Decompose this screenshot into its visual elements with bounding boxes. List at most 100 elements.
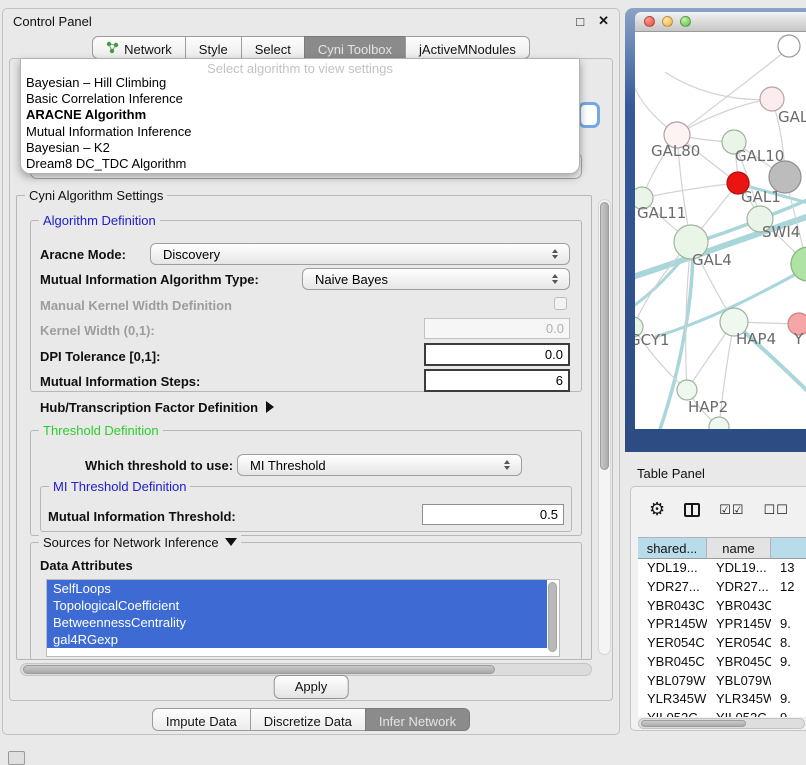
which-threshold-value: MI Threshold <box>238 458 500 473</box>
table-cell: YDL19... <box>638 559 707 578</box>
algorithm-option[interactable]: Basic Correlation Inference <box>21 91 579 107</box>
sources-toggle[interactable]: Sources for Network Inference <box>39 535 241 550</box>
tab-infer-network[interactable]: Infer Network <box>365 708 470 731</box>
table-header-row: shared... name <box>638 537 806 559</box>
table-cell: YIL052C <box>707 709 771 717</box>
select-all-checkboxes-icon[interactable]: ☑☑ <box>719 503 744 518</box>
node-label: GAL1 <box>741 188 781 206</box>
minimize-traffic-light[interactable] <box>662 16 673 27</box>
focused-combo-fragment <box>578 102 600 128</box>
table-row[interactable]: YIL052CYIL052C9 <box>638 709 806 717</box>
tab-impute-data[interactable]: Impute Data <box>152 708 250 731</box>
kernel-width-input[interactable] <box>424 318 570 339</box>
table-row[interactable]: YBR045CYBR045C9. <box>638 653 806 672</box>
control-panel-title: Control Panel <box>13 14 92 29</box>
network-edge <box>677 99 772 135</box>
minimized-panel-icon[interactable] <box>8 751 25 765</box>
mi-threshold-input[interactable] <box>422 504 564 525</box>
mi-threshold-label: Mutual Information Threshold: <box>48 509 236 524</box>
algorithm-option[interactable]: ARACNE Algorithm <box>21 107 579 123</box>
close-icon[interactable]: ✕ <box>598 13 609 29</box>
tab-select[interactable]: Select <box>241 36 304 59</box>
tab-cyni-toolbox[interactable]: Cyni Toolbox <box>304 36 405 59</box>
data-attribute-item[interactable]: BetweennessCentrality <box>47 614 547 631</box>
column-header-3[interactable] <box>771 538 806 559</box>
network-canvas[interactable]: GALGAL80GAL10GAL1GAL11SWI4GAL4GCY1HAP4YH… <box>635 32 806 429</box>
table-row[interactable]: YDR27...YDR27...12 <box>638 578 806 597</box>
node-label: GAL4 <box>692 251 732 269</box>
column-header-shared-name[interactable]: shared... <box>638 538 707 559</box>
mi-algorithm-type-label: Mutual Information Algorithm Type: <box>40 272 259 287</box>
network-window-titlebar[interactable] <box>635 12 806 32</box>
table-cell <box>771 597 806 616</box>
table-row[interactable]: YER054CYER054C8. <box>638 634 806 653</box>
tab-jactivemnodules[interactable]: jActiveMNodules <box>405 36 530 59</box>
table-cell: YDR27... <box>707 578 771 597</box>
tab-style[interactable]: Style <box>185 36 241 59</box>
kernel-width-label: Kernel Width (0,1): <box>40 323 155 338</box>
node-label: HAP4 <box>736 330 776 348</box>
list-scrollbar[interactable] <box>548 582 557 652</box>
aracne-mode-select[interactable]: Discovery <box>150 243 570 265</box>
data-attribute-item[interactable]: TopologicalCoefficient <box>47 597 547 614</box>
network-node[interactable] <box>709 417 729 429</box>
control-panel-titlebar: Control Panel □ ✕ <box>3 9 619 33</box>
stepper-arrows-icon <box>548 249 562 259</box>
manual-kernel-checkbox[interactable] <box>554 297 567 310</box>
table-cell: 9. <box>771 615 806 634</box>
mi-algorithm-type-value: Naive Bayes <box>303 272 548 287</box>
manual-kernel-width-label: Manual Kernel Width Definition <box>40 298 232 313</box>
table-row[interactable]: YBL079WYBL079W <box>638 672 806 691</box>
which-threshold-select[interactable]: MI Threshold <box>237 454 522 476</box>
network-node[interactable] <box>677 380 697 400</box>
tab-network[interactable]: Network <box>92 36 185 59</box>
hub-definition-toggle[interactable]: Hub/Transcription Factor Definition <box>40 400 274 415</box>
table-cell: YLR345W <box>707 690 771 709</box>
node-label: GAL10 <box>735 147 784 165</box>
algorithm-dropdown-placeholder: Select algorithm to view settings <box>21 59 579 75</box>
deselect-all-checkboxes-icon[interactable]: ☐☐ <box>763 503 788 518</box>
cyni-toolbox-panel: gal-filtered sif default node Select alg… <box>9 58 613 701</box>
apply-button[interactable]: Apply <box>274 675 349 699</box>
network-edge <box>665 72 772 100</box>
algorithm-option[interactable]: Bayesian – Hill Climbing <box>21 75 579 91</box>
table-cell: YBR045C <box>638 653 707 672</box>
algorithm-option[interactable]: Dream8 DC_TDC Algorithm <box>21 156 579 172</box>
table-cell: 13 <box>771 559 806 578</box>
algorithm-option[interactable]: Bayesian – K2 <box>21 140 579 156</box>
data-attributes-label: Data Attributes <box>40 558 133 573</box>
table-row[interactable]: YDL19...YDL19...13 <box>638 559 806 578</box>
network-icon <box>106 41 119 57</box>
tab-discretize-data[interactable]: Discretize Data <box>250 708 365 731</box>
data-attribute-item[interactable]: gal4RGexp <box>47 631 547 648</box>
table-row[interactable]: YPR145WYPR145W9. <box>638 615 806 634</box>
node-label: Y <box>793 330 804 348</box>
column-header-name[interactable]: name <box>707 538 771 559</box>
network-view-window: GALGAL80GAL10GAL1GAL11SWI4GAL4GCY1HAP4YH… <box>625 8 806 452</box>
close-traffic-light[interactable] <box>644 16 655 27</box>
algorithm-option[interactable]: Mutual Information Inference <box>21 124 579 140</box>
table-cell: YDL19... <box>707 559 771 578</box>
zoom-traffic-light[interactable] <box>680 16 691 27</box>
aracne-mode-label: Aracne Mode: <box>40 247 126 262</box>
mi-steps-input[interactable] <box>424 369 570 392</box>
mi-algorithm-type-select[interactable]: Naive Bayes <box>302 268 570 290</box>
table-row[interactable]: YLR345WYLR345W9. <box>638 690 806 709</box>
table-row[interactable]: YBR043CYBR043C <box>638 597 806 616</box>
table-cell: YIL052C <box>638 709 707 717</box>
network-node[interactable] <box>778 35 800 57</box>
aracne-mode-value: Discovery <box>151 247 548 262</box>
settings-vertical-scrollbar[interactable] <box>598 199 611 655</box>
dpi-tolerance-label: DPI Tolerance [0,1]: <box>40 349 160 364</box>
float-window-icon[interactable]: □ <box>576 14 584 29</box>
node-table: shared... name YDL19...YDL19...13YDR27..… <box>638 537 806 717</box>
cyni-bottom-tabs: Impute Data Discretize Data Infer Networ… <box>3 708 619 731</box>
data-attribute-item[interactable]: SelfLoops <box>47 580 547 597</box>
table-cell: YLR345W <box>638 690 707 709</box>
dpi-tolerance-input[interactable] <box>424 343 570 366</box>
table-panel-box: ⚙ ☑☑ ☐☐ shared... name YDL19...YDL19...1… <box>630 486 806 731</box>
settings-gear-icon[interactable]: ⚙ <box>649 501 665 519</box>
split-columns-icon[interactable] <box>684 503 700 517</box>
algorithm-definition-title: Algorithm Definition <box>39 213 160 228</box>
table-horizontal-scrollbar[interactable] <box>638 718 805 729</box>
